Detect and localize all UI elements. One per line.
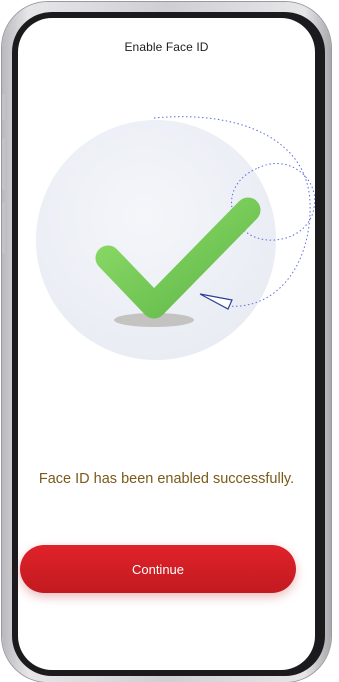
continue-button[interactable]: Continue [20, 545, 296, 593]
success-message: Face ID has been enabled successfully. [38, 471, 295, 487]
volume-up-button [2, 138, 5, 190]
success-illustration [36, 116, 315, 360]
mute-switch [2, 94, 5, 120]
volume-down-button [2, 202, 5, 254]
